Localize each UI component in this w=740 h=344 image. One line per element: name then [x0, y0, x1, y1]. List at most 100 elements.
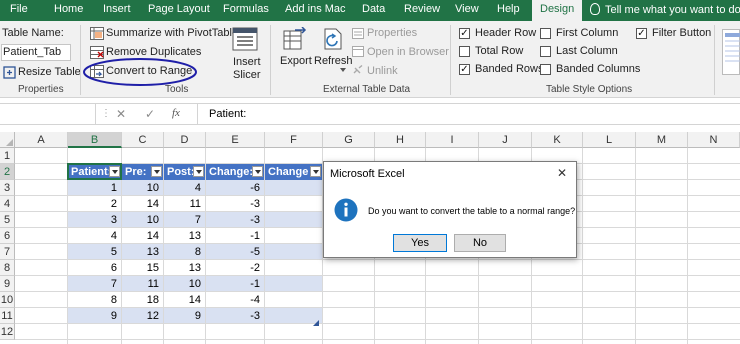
tell-me-search[interactable]: Tell me what you want to do [590, 3, 740, 16]
row-header-11[interactable]: 11 [0, 308, 15, 324]
filter-dropdown-icon[interactable] [193, 166, 204, 177]
open-in-browser-button[interactable]: Open in Browser [367, 46, 449, 58]
table-cell[interactable]: 7 [68, 276, 121, 291]
tab-page-layout[interactable]: Page Layout [148, 3, 210, 15]
table-cell[interactable]: 8 [68, 292, 121, 307]
refresh-button[interactable]: Refresh [314, 55, 353, 67]
table-cell[interactable]: 1 [68, 180, 121, 195]
formula-input[interactable]: Patient: [209, 108, 246, 120]
table-cell[interactable]: 11 [122, 276, 163, 291]
table-cell[interactable]: 5 [68, 244, 121, 259]
column-header-m[interactable]: M [636, 132, 688, 148]
table-cell[interactable]: 12 [122, 308, 163, 323]
first-column-checkbox[interactable] [540, 28, 551, 39]
row-header-2[interactable]: 2 [0, 164, 15, 180]
tab-home[interactable]: Home [54, 3, 83, 15]
insert-slicer-label-2[interactable]: Slicer [233, 69, 261, 81]
column-header-k[interactable]: K [532, 132, 583, 148]
table-cell[interactable]: 13 [164, 228, 205, 243]
row-header-8[interactable]: 8 [0, 260, 15, 276]
table-cell[interactable]: -3 [206, 196, 264, 211]
row-header-3[interactable]: 3 [0, 180, 15, 196]
filter-button-checkbox[interactable]: ✓ [636, 28, 647, 39]
column-header-i[interactable]: I [426, 132, 479, 148]
table-cell[interactable] [265, 276, 322, 291]
table-header-cell[interactable]: Change: [206, 164, 264, 180]
table-cell[interactable]: 8 [164, 244, 205, 259]
tab-view[interactable]: View [455, 3, 479, 15]
dialog-close-button[interactable]: ✕ [557, 166, 567, 180]
resize-table-button[interactable]: Resize Table [18, 66, 81, 78]
column-header-d[interactable]: D [164, 132, 206, 148]
column-header-c[interactable]: C [122, 132, 164, 148]
table-cell[interactable] [265, 292, 322, 307]
column-header-g[interactable]: G [323, 132, 375, 148]
column-header-l[interactable]: L [583, 132, 636, 148]
tab-addins[interactable]: Add ins Mac [285, 3, 346, 15]
tab-review[interactable]: Review [404, 3, 440, 15]
refresh-dropdown-icon[interactable] [340, 68, 346, 72]
insert-function-icon[interactable]: fx [172, 107, 180, 119]
table-cell[interactable]: 10 [164, 276, 205, 291]
enter-formula-icon[interactable]: ✓ [145, 107, 155, 121]
row-header-1[interactable]: 1 [0, 148, 15, 164]
table-cell[interactable]: 4 [164, 180, 205, 195]
tab-help[interactable]: Help [497, 3, 520, 15]
filter-dropdown-icon[interactable] [252, 166, 263, 177]
table-cell[interactable]: 15 [122, 260, 163, 275]
column-header-n[interactable]: N [688, 132, 740, 148]
table-cell[interactable]: 4 [68, 228, 121, 243]
table-cell[interactable]: -1 [206, 276, 264, 291]
total-row-checkbox[interactable] [459, 46, 470, 57]
export-button[interactable]: Export [280, 55, 312, 67]
filter-dropdown-icon[interactable] [310, 166, 321, 177]
table-cell[interactable]: 14 [164, 292, 205, 307]
header-row-checkbox[interactable]: ✓ [459, 28, 470, 39]
table-cell[interactable]: 3 [68, 212, 121, 227]
tab-file[interactable]: File [10, 3, 28, 15]
table-cell[interactable] [265, 244, 322, 259]
row-header-9[interactable]: 9 [0, 276, 15, 292]
yes-button[interactable]: Yes [393, 234, 447, 252]
table-cell[interactable]: -6 [206, 180, 264, 195]
cancel-formula-icon[interactable]: ✕ [116, 107, 126, 121]
row-header-6[interactable]: 6 [0, 228, 15, 244]
filter-dropdown-icon[interactable] [151, 166, 162, 177]
table-cell[interactable]: -4 [206, 292, 264, 307]
tab-formulas[interactable]: Formulas [223, 3, 269, 15]
table-cell[interactable]: 11 [164, 196, 205, 211]
column-header-h[interactable]: H [375, 132, 426, 148]
table-cell[interactable] [265, 228, 322, 243]
table-cell[interactable]: 10 [122, 180, 163, 195]
select-all-corner[interactable] [0, 132, 15, 148]
table-cell[interactable] [265, 212, 322, 227]
banded-rows-checkbox[interactable]: ✓ [459, 64, 470, 75]
table-header-cell[interactable]: Change [265, 164, 322, 180]
column-header-e[interactable]: E [206, 132, 265, 148]
row-header-7[interactable]: 7 [0, 244, 15, 260]
table-cell[interactable] [265, 196, 322, 211]
table-cell[interactable] [265, 180, 322, 195]
table-cell[interactable]: -1 [206, 228, 264, 243]
external-properties-button[interactable]: Properties [367, 27, 417, 39]
table-cell[interactable]: 13 [122, 244, 163, 259]
table-cell[interactable]: -3 [206, 308, 264, 323]
last-column-checkbox[interactable] [540, 46, 551, 57]
no-button[interactable]: No [454, 234, 506, 252]
unlink-button[interactable]: Unlink [367, 65, 398, 77]
table-cell[interactable]: -3 [206, 212, 264, 227]
table-name-input[interactable]: Patient_Tab [1, 44, 71, 61]
table-cell[interactable]: -5 [206, 244, 264, 259]
name-box[interactable] [0, 104, 96, 124]
table-cell[interactable]: 13 [164, 260, 205, 275]
table-cell[interactable]: 18 [122, 292, 163, 307]
row-header-5[interactable]: 5 [0, 212, 15, 228]
table-cell[interactable]: 9 [68, 308, 121, 323]
column-header-f[interactable]: F [265, 132, 323, 148]
row-header-12[interactable]: 12 [0, 324, 15, 340]
table-cell[interactable]: -2 [206, 260, 264, 275]
table-cell[interactable]: 2 [68, 196, 121, 211]
table-cell[interactable]: 10 [122, 212, 163, 227]
table-cell[interactable]: 9 [164, 308, 205, 323]
tab-design[interactable]: Design [532, 0, 583, 21]
